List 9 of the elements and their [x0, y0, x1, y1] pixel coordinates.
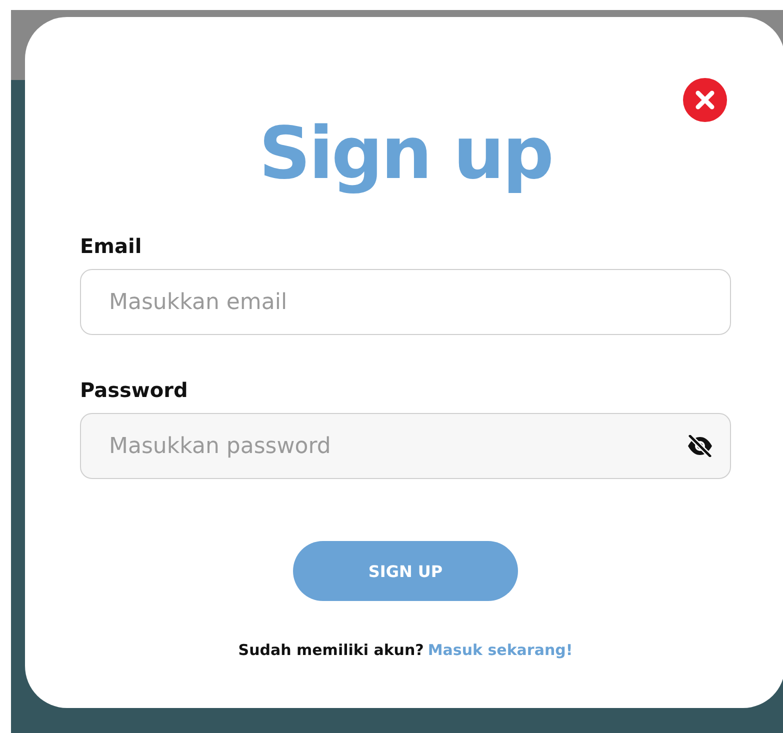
eye-slash-icon[interactable] [687, 435, 713, 457]
login-link[interactable]: Masuk sekarang! [428, 641, 573, 659]
email-field[interactable]: Masukkan email [80, 269, 731, 335]
field-label: Password [80, 377, 188, 403]
dialog-title: Sign up [258, 110, 552, 197]
signup-button[interactable]: SIGN UP [293, 541, 518, 601]
footer-text: Sudah memiliki akun? [238, 641, 424, 659]
password-field[interactable]: Masukkan password [80, 413, 731, 479]
field-label: Email [80, 233, 142, 259]
